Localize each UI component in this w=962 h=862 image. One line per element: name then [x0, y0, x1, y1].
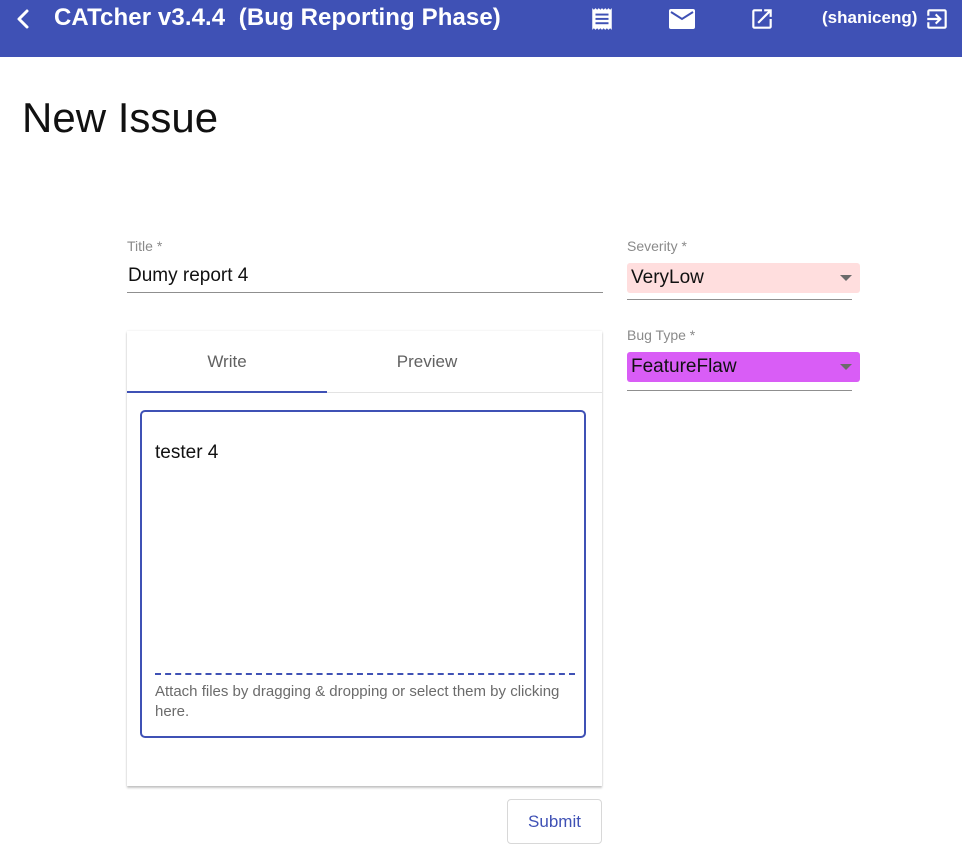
app-title: CATcher v3.4.4 (Bug Reporting Phase)	[54, 4, 501, 31]
back-arrow-icon[interactable]	[10, 6, 36, 32]
user-name: (shaniceng)	[822, 8, 918, 27]
description-text[interactable]: tester 4	[155, 442, 218, 464]
tab-write[interactable]: Write	[127, 331, 327, 393]
top-toolbar: CATcher v3.4.4 (Bug Reporting Phase) (sh…	[0, 0, 962, 57]
dropdown-arrow-icon	[840, 364, 852, 370]
receipt-icon[interactable]	[588, 5, 616, 33]
page-title: New Issue	[22, 94, 219, 141]
editor-tabs: Write Preview	[127, 331, 602, 393]
title-label: Title *	[127, 238, 163, 254]
tab-preview[interactable]: Preview	[327, 331, 527, 392]
bug-type-select-box[interactable]: FeatureFlaw	[627, 352, 860, 382]
bug-type-value: FeatureFlaw	[631, 356, 737, 377]
severity-label: Severity *	[627, 238, 687, 254]
attach-files-hint[interactable]: Attach files by dragging & dropping or s…	[155, 682, 565, 722]
title-input[interactable]	[127, 262, 603, 293]
dropdown-arrow-icon	[840, 275, 852, 281]
drop-zone-divider	[155, 673, 575, 675]
mail-icon[interactable]	[668, 5, 696, 33]
bug-type-select[interactable]: FeatureFlaw	[627, 352, 860, 391]
severity-value: VeryLow	[631, 267, 704, 288]
description-editor[interactable]: tester 4 Attach files by dragging & drop…	[140, 410, 586, 738]
open-in-new-icon[interactable]	[748, 5, 776, 33]
submit-button[interactable]: Submit	[507, 799, 602, 844]
severity-select[interactable]: VeryLow	[627, 263, 860, 300]
logout-icon[interactable]	[923, 5, 951, 33]
severity-select-box[interactable]: VeryLow	[627, 263, 860, 293]
description-card: Write Preview tester 4 Attach files by d…	[127, 331, 602, 786]
bug-type-label: Bug Type *	[627, 327, 696, 343]
